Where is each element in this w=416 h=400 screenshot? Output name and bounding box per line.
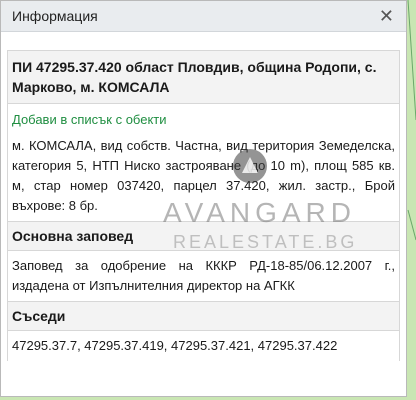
- add-to-list-link[interactable]: Добави в списък с обекти: [8, 104, 399, 131]
- neighbors-text: 47295.37.7, 47295.37.419, 47295.37.421, …: [12, 338, 338, 353]
- popup-content: ПИ 47295.37.420 област Пловдив, община Р…: [1, 50, 406, 361]
- info-popup: Информация ✕ ПИ 47295.37.420 област Плов…: [0, 0, 407, 397]
- parcel-section: ПИ 47295.37.420 област Пловдив, община Р…: [7, 50, 400, 221]
- close-icon[interactable]: ✕: [379, 7, 394, 25]
- order-section: Основна заповед Заповед за одобрение на …: [7, 221, 400, 301]
- order-heading: Основна заповед: [8, 222, 399, 251]
- neighbors-section: Съседи 47295.37.7, 47295.37.419, 47295.3…: [7, 301, 400, 361]
- popup-titlebar: Информация ✕: [1, 1, 406, 32]
- popup-title: Информация: [12, 8, 98, 24]
- parcel-description: м. КОМСАЛА, вид собств. Частна, вид тери…: [12, 138, 395, 213]
- order-text: Заповед за одобрение на КККР РД-18-85/06…: [12, 258, 395, 293]
- neighbors-heading: Съседи: [8, 302, 399, 331]
- parcel-heading: ПИ 47295.37.420 област Пловдив, община Р…: [8, 51, 399, 104]
